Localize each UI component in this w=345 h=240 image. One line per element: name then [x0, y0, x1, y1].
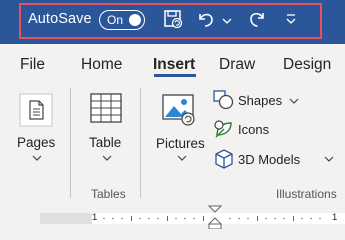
horizontal-ruler: 1 1: [0, 205, 345, 235]
pictures-chevron-down-icon: [177, 154, 187, 164]
tab-file[interactable]: File: [20, 56, 45, 74]
indent-marker-icon[interactable]: [208, 205, 222, 229]
pictures-label: Pictures: [156, 136, 205, 151]
undo-icon[interactable]: [195, 8, 217, 35]
icons-label: Icons: [238, 122, 270, 137]
tables-group-label: Tables: [91, 187, 126, 201]
icons-icon: [213, 119, 235, 144]
3d-models-label: 3D Models: [238, 152, 301, 167]
cube-icon: [214, 149, 234, 174]
save-icon[interactable]: [162, 8, 184, 35]
table-label: Table: [89, 135, 122, 150]
pages-chevron-down-icon: [32, 154, 42, 164]
illustrations-group-label: Illustrations: [276, 187, 337, 201]
table-icon: [90, 93, 122, 128]
shapes-icon: [213, 90, 235, 115]
tab-home[interactable]: Home: [81, 56, 122, 74]
redo-icon[interactable]: [246, 8, 268, 35]
tab-design[interactable]: Design: [283, 56, 331, 74]
ruler-ticks: [103, 216, 321, 221]
group-divider: [70, 88, 71, 198]
autosave-label: AutoSave: [28, 11, 92, 27]
undo-dropdown-chevron-icon[interactable]: [222, 13, 232, 31]
3d-models-chevron-down-icon: [324, 155, 334, 165]
tab-draw[interactable]: Draw: [219, 56, 255, 74]
autosave-toggle-state: On: [107, 12, 124, 27]
pages-label: Pages: [17, 135, 56, 150]
pictures-icon: [162, 94, 196, 131]
table-chevron-down-icon: [102, 154, 112, 164]
toggle-knob: [129, 13, 141, 26]
tab-insert[interactable]: Insert: [153, 56, 195, 74]
autosave-toggle[interactable]: On: [99, 10, 145, 30]
ribbon: Pages Table Tables Pictures Shapes Icons…: [0, 80, 345, 204]
customize-toolbar-icon[interactable]: [285, 12, 297, 31]
shapes-label: Shapes: [238, 93, 283, 108]
pages-icon: [19, 93, 53, 132]
active-tab-underline: [154, 74, 196, 77]
title-bar: AutoSave On: [0, 0, 345, 44]
group-divider: [140, 88, 141, 198]
shapes-chevron-down-icon: [289, 97, 299, 107]
